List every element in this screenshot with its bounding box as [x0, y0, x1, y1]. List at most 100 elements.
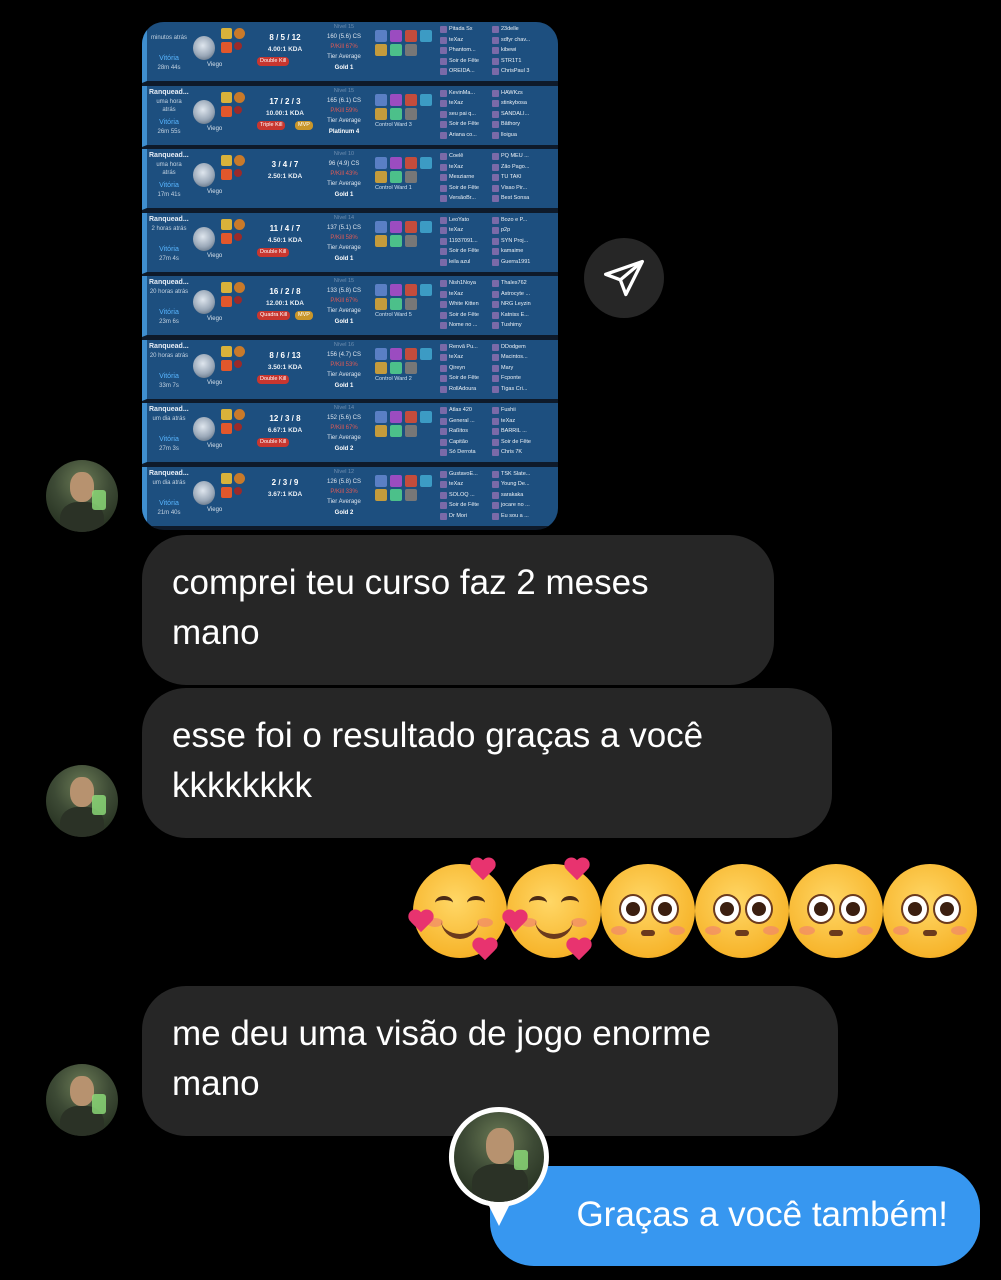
- player-name[interactable]: Katniss E...: [492, 310, 552, 321]
- player-name[interactable]: OREIDA...: [440, 66, 500, 77]
- player-name[interactable]: teXaz: [440, 162, 500, 173]
- match-row[interactable]: Ranquead... 20 horas atrás Vitória 33m 7s Vi…: [142, 339, 558, 401]
- sender-avatar[interactable]: [46, 1064, 118, 1136]
- player-name[interactable]: SANDALI...: [492, 109, 552, 120]
- outgoing-emoji-message[interactable]: [413, 864, 977, 958]
- match-row[interactable]: Ranquead... 20 horas atrás Vitória 23m 6s Vi…: [142, 276, 558, 337]
- player-name[interactable]: Eu sou a ...: [492, 511, 552, 522]
- incoming-message[interactable]: comprei teu curso faz 2 meses mano: [142, 535, 774, 685]
- player-name[interactable]: White Kitten: [440, 299, 500, 310]
- player-name[interactable]: lloigua: [492, 130, 552, 141]
- player-name[interactable]: Zão Pago...: [492, 162, 552, 173]
- match-row[interactable]: Ranquead... um dia atrás Vitória 27m 3s Vieg…: [142, 403, 558, 464]
- player-name[interactable]: Mary: [492, 363, 552, 374]
- player-name[interactable]: Tigas Cri...: [492, 384, 552, 395]
- player-name[interactable]: kamaime: [492, 246, 552, 257]
- player-name[interactable]: jocare no ...: [492, 500, 552, 511]
- player-name[interactable]: SOLOQ ...: [440, 490, 500, 501]
- outgoing-message[interactable]: Graças a você também!: [490, 1166, 980, 1266]
- player-name[interactable]: Qireyn: [440, 363, 500, 374]
- match-row[interactable]: minutos atrás Vitória 28m 44s Viego 8 / 5 / …: [142, 22, 558, 83]
- player-name[interactable]: Best Sonsa: [492, 193, 552, 204]
- player-name[interactable]: VersãoBr...: [440, 193, 500, 204]
- player-name[interactable]: Bozo e P...: [492, 215, 552, 226]
- player-name[interactable]: Soir de Fête: [440, 119, 500, 130]
- player-name[interactable]: Visao Pir...: [492, 183, 552, 194]
- player-name[interactable]: ChrisPaul 3: [492, 66, 552, 77]
- match-row[interactable]: Ranquead... uma hora atrás Vitória 17m 41s V…: [142, 149, 558, 210]
- player-name[interactable]: kibewi: [492, 45, 552, 56]
- player-name[interactable]: Phantom...: [440, 45, 500, 56]
- match-row[interactable]: Ranquead... uma hora atrás Vitória 26m 55s V…: [142, 85, 558, 147]
- player-name[interactable]: LeoYato: [440, 215, 500, 226]
- player-name[interactable]: BARRIL ...: [492, 426, 552, 437]
- player-name[interactable]: General ...: [440, 416, 500, 427]
- player-name[interactable]: Fushii: [492, 405, 552, 416]
- player-name[interactable]: Nish1Noya: [440, 278, 500, 289]
- player-name[interactable]: teXaz: [492, 416, 552, 427]
- match-row[interactable]: Ranquead... 2 horas atrás Vitória 27m 4s Vie…: [142, 212, 558, 274]
- player-name[interactable]: teXaz: [440, 289, 500, 300]
- rune-icon: [234, 359, 242, 368]
- player-name[interactable]: Thales762: [492, 278, 552, 289]
- player-name[interactable]: teXaz: [440, 98, 500, 109]
- player-name[interactable]: teXaz: [440, 225, 500, 236]
- player-name[interactable]: GustavoE...: [440, 469, 500, 480]
- player-name[interactable]: Renvã Pu...: [440, 342, 500, 353]
- player-name[interactable]: Macintos...: [492, 352, 552, 363]
- player-name[interactable]: p2p: [492, 225, 552, 236]
- player-name[interactable]: Dr Mori: [440, 511, 500, 522]
- player-name[interactable]: Fcponte: [492, 373, 552, 384]
- match-history-image[interactable]: minutos atrás Vitória 28m 44s Viego 8 / 5 / …: [142, 22, 558, 530]
- player-name[interactable]: 23delle: [492, 24, 552, 35]
- player-name[interactable]: Soir de Fête: [440, 183, 500, 194]
- player-name[interactable]: stinkybosa: [492, 98, 552, 109]
- player-name[interactable]: teXaz: [440, 352, 500, 363]
- player-name[interactable]: Atlas 420: [440, 405, 500, 416]
- player-name[interactable]: HAWKzs: [492, 88, 552, 99]
- player-name[interactable]: DDodgem: [492, 342, 552, 353]
- sender-avatar[interactable]: [46, 460, 118, 532]
- player-name[interactable]: teXaz: [440, 479, 500, 490]
- player-name[interactable]: NRG Leyzin: [492, 299, 552, 310]
- player-name[interactable]: Ariana co...: [440, 130, 500, 141]
- player-name[interactable]: Bâthory: [492, 119, 552, 130]
- player-name[interactable]: SYN Proj...: [492, 236, 552, 247]
- sender-avatar[interactable]: [46, 765, 118, 837]
- player-name[interactable]: 11937091...: [440, 236, 500, 247]
- player-name[interactable]: Coelê: [440, 151, 500, 162]
- player-name[interactable]: Tushimy: [492, 320, 552, 331]
- incoming-message[interactable]: esse foi o resultado graças a você kkkkk…: [142, 688, 832, 838]
- player-name[interactable]: Nome no ...: [440, 320, 500, 331]
- player-name[interactable]: TU TAKI: [492, 172, 552, 183]
- player-name[interactable]: Astrocyte ...: [492, 289, 552, 300]
- share-button[interactable]: [584, 238, 664, 318]
- queue-label: Ranquead...: [149, 406, 189, 413]
- player-name[interactable]: sarakaka: [492, 490, 552, 501]
- player-name[interactable]: Chris 7K: [492, 447, 552, 458]
- player-name[interactable]: STR1T1: [492, 56, 552, 67]
- player-name[interactable]: Pitada Sx: [440, 24, 500, 35]
- player-name[interactable]: Só Derrota: [440, 447, 500, 458]
- player-name[interactable]: TSK Slate...: [492, 469, 552, 480]
- player-name[interactable]: Soir de Fête: [492, 437, 552, 448]
- player-name[interactable]: Soir de Fête: [440, 56, 500, 67]
- player-name[interactable]: Young De...: [492, 479, 552, 490]
- player-name[interactable]: RollAdoura: [440, 384, 500, 395]
- player-name[interactable]: Capitão: [440, 437, 500, 448]
- player-name[interactable]: KevinMa...: [440, 88, 500, 99]
- player-name[interactable]: seu pai q...: [440, 109, 500, 120]
- player-name[interactable]: sdfyr chav...: [492, 35, 552, 46]
- player-name[interactable]: PQ MEU ...: [492, 151, 552, 162]
- player-name[interactable]: Guerra1991: [492, 257, 552, 268]
- player-name[interactable]: leila azul: [440, 257, 500, 268]
- player-name[interactable]: Soir de Fête: [440, 500, 500, 511]
- player-name[interactable]: Soir de Fête: [440, 246, 500, 257]
- player-name[interactable]: Soir de Fête: [440, 373, 500, 384]
- player-name[interactable]: teXaz: [440, 35, 500, 46]
- achievement-badge: Double Kill: [257, 57, 290, 66]
- player-name[interactable]: Mesziarne: [440, 172, 500, 183]
- player-name[interactable]: Raßitos: [440, 426, 500, 437]
- match-row[interactable]: Ranquead... um dia atrás Vitória 21m 40s Vie…: [142, 466, 558, 528]
- player-name[interactable]: Soir de Fête: [440, 310, 500, 321]
